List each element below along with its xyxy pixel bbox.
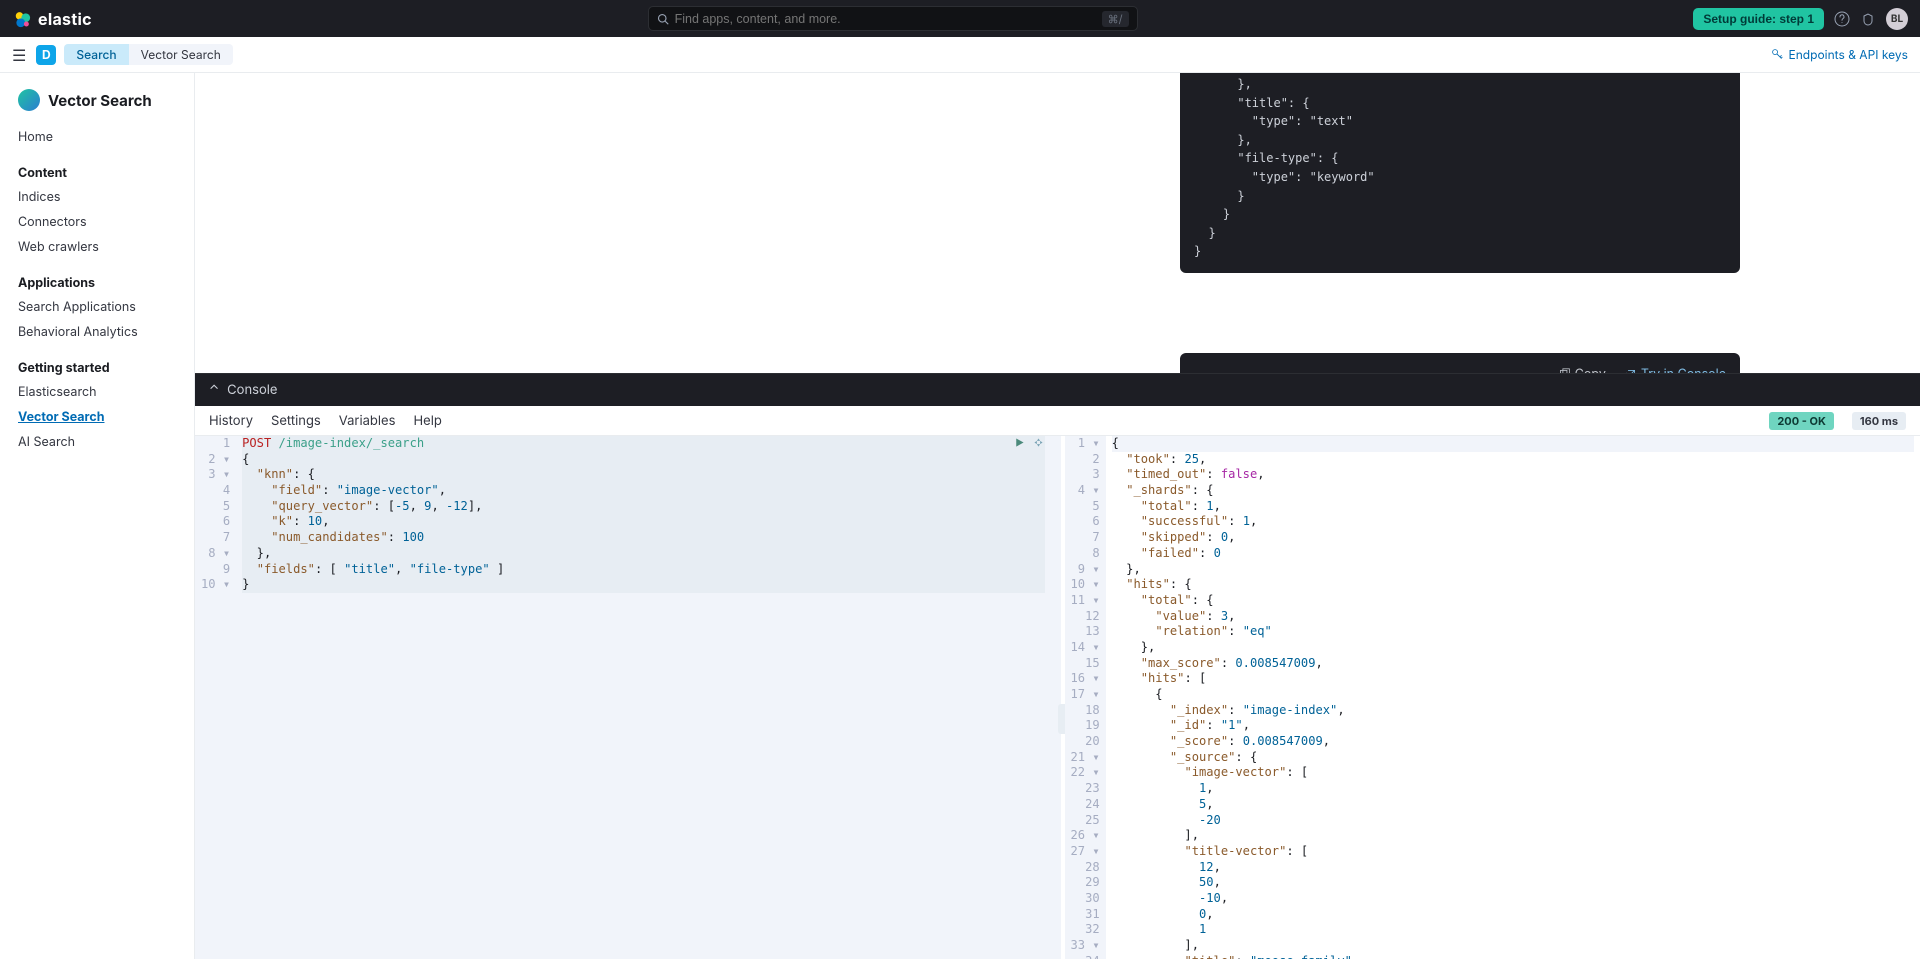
response-gutter: 1 ▾234 ▾56789 ▾10 ▾11 ▾121314 ▾1516 ▾17 … [1065, 436, 1106, 959]
user-avatar[interactable]: BL [1886, 8, 1908, 30]
nav-toggle-icon[interactable]: ☰ [12, 45, 26, 65]
status-code-badge: 200 - OK [1769, 412, 1834, 430]
main-area: }, "title": { "type": "text" }, "file-ty… [195, 73, 1920, 959]
response-code: { "took": 25, "timed_out": false, "_shar… [1106, 436, 1920, 959]
sidebar-header: Vector Search [18, 89, 176, 111]
request-editor[interactable]: 12 ▾3 ▾45678 ▾910 ▾ POST /image-index/_s… [195, 436, 1061, 959]
setup-guide-button[interactable]: Setup guide: step 1 [1693, 8, 1824, 30]
sidebar-item-search-applications[interactable]: Search Applications [18, 295, 176, 320]
console-header[interactable]: ⌃ Console [195, 374, 1920, 406]
sidebar-item-home[interactable]: Home [18, 125, 176, 150]
sidebar-item-elasticsearch[interactable]: Elasticsearch [18, 380, 176, 405]
tab-help[interactable]: Help [414, 413, 442, 429]
search-icon [657, 13, 669, 25]
sub-header: ☰ D Search Vector Search Endpoints & API… [0, 37, 1920, 73]
breadcrumb-vector-search[interactable]: Vector Search [129, 44, 233, 65]
console-tabs: History Settings Variables Help 200 - OK… [195, 406, 1920, 436]
sidebar-item-web-crawlers[interactable]: Web crawlers [18, 235, 176, 260]
console-editor-split: 12 ▾3 ▾45678 ▾910 ▾ POST /image-index/_s… [195, 436, 1920, 959]
sidebar-item-indices[interactable]: Indices [18, 185, 176, 210]
sidebar: Vector Search Home Content Indices Conne… [0, 73, 195, 959]
app-logo-icon [18, 89, 40, 111]
snippet-copy-button[interactable]: Copy [1558, 365, 1606, 373]
request-actions-button[interactable] [1032, 436, 1045, 454]
copy-icon [1558, 368, 1571, 373]
console-panel: ⌃ Console History Settings Variables Hel… [195, 373, 1920, 959]
endpoints-label: Endpoints & API keys [1788, 47, 1908, 62]
console-title: Console [227, 382, 277, 398]
top-header: elastic ⌘/ Setup guide: step 1 BL [0, 0, 1920, 37]
request-gutter: 12 ▾3 ▾45678 ▾910 ▾ [195, 436, 236, 959]
breadcrumb-search[interactable]: Search [64, 44, 128, 65]
newsfeed-icon[interactable] [1860, 11, 1876, 27]
page-content: }, "title": { "type": "text" }, "file-ty… [195, 73, 1920, 373]
breadcrumb: D Search Vector Search [36, 44, 233, 65]
elastic-logo-icon [12, 9, 32, 29]
snippet-try-console-button[interactable]: Try in Console [1624, 365, 1726, 373]
elastic-logo[interactable]: elastic [12, 9, 92, 29]
endpoints-link[interactable]: Endpoints & API keys [1771, 47, 1908, 62]
global-search-input[interactable] [675, 12, 1096, 26]
response-viewer[interactable]: 1 ▾234 ▾56789 ▾10 ▾11 ▾121314 ▾1516 ▾17 … [1065, 436, 1920, 959]
tab-variables[interactable]: Variables [339, 413, 396, 429]
chevron-up-icon: ⌃ [209, 382, 219, 398]
sidebar-title: Vector Search [48, 91, 152, 110]
sidebar-item-behavioral-analytics[interactable]: Behavioral Analytics [18, 320, 176, 345]
code-snippet-mapping: }, "title": { "type": "text" }, "file-ty… [1180, 73, 1740, 273]
sidebar-item-vector-search[interactable]: Vector Search [18, 405, 176, 430]
run-request-button[interactable] [1013, 436, 1026, 454]
space-badge[interactable]: D [36, 45, 56, 65]
code-snippet-bulk: Copy Try in Console POST /image-index/_b… [1180, 353, 1740, 373]
sidebar-section-getting-started: Getting started [18, 361, 176, 376]
key-icon [1771, 48, 1784, 61]
brand-text: elastic [38, 9, 92, 29]
sidebar-section-content: Content [18, 166, 176, 181]
copy-label: Copy [1575, 365, 1606, 373]
tab-history[interactable]: History [209, 413, 253, 429]
popout-icon [1624, 368, 1637, 373]
sidebar-item-ai-search[interactable]: AI Search [18, 430, 176, 455]
help-icon[interactable] [1834, 11, 1850, 27]
global-search[interactable]: ⌘/ [648, 6, 1138, 31]
request-code[interactable]: POST /image-index/_search{ "knn": { "fie… [236, 436, 1050, 959]
sidebar-section-applications: Applications [18, 276, 176, 291]
tab-settings[interactable]: Settings [271, 413, 321, 429]
search-kbd-hint: ⌘/ [1102, 11, 1129, 27]
latency-badge: 160 ms [1852, 412, 1906, 430]
sidebar-item-connectors[interactable]: Connectors [18, 210, 176, 235]
try-label: Try in Console [1641, 365, 1726, 373]
